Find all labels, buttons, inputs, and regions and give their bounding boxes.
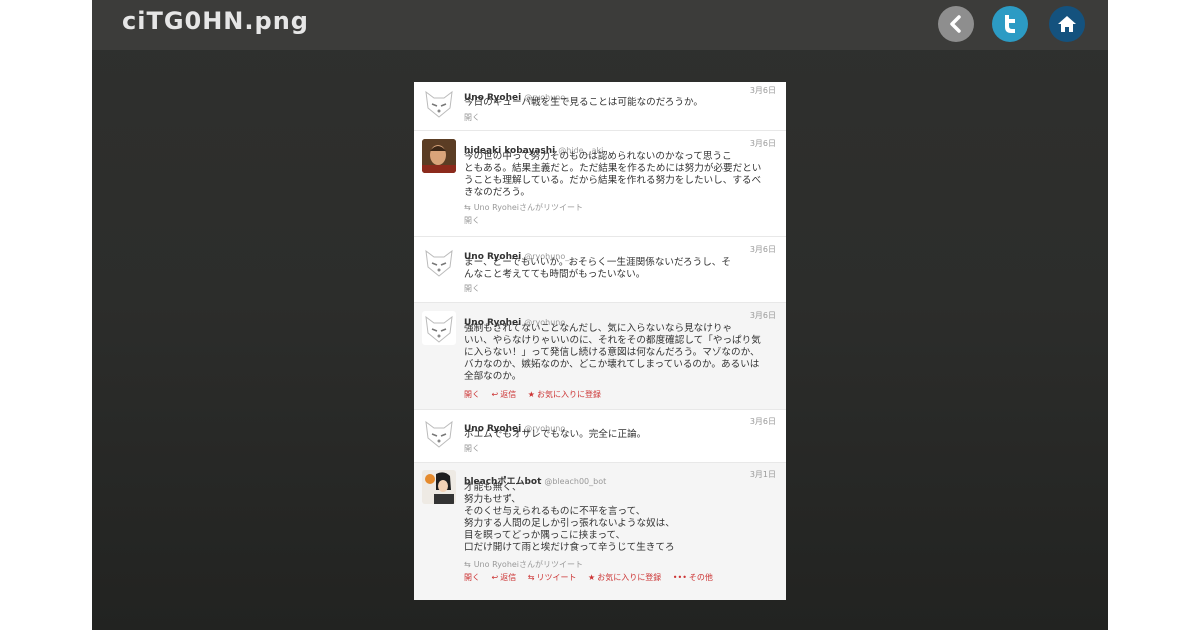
tweet-date[interactable]: 3月6日 [750, 85, 776, 96]
twitter-button[interactable] [992, 6, 1028, 42]
tweet-item[interactable]: bleachポエムbot @bleach00_bot 3月1日 才能も無く、 努力… [414, 463, 786, 600]
tweet-header: Uno Ryohei @ryohuno_ 3月6日 [464, 244, 776, 262]
tweet-actions: 開く [464, 112, 489, 123]
home-button[interactable] [1049, 6, 1085, 42]
avatar[interactable] [422, 139, 456, 173]
viewer-header: ciTG0HN.png [92, 0, 1108, 50]
more-button[interactable]: ••• その他 [673, 573, 713, 582]
more-dots-icon: ••• [672, 573, 687, 582]
retweet-small-icon: ⇆ [464, 203, 471, 212]
avatar[interactable] [422, 470, 456, 504]
back-button[interactable] [938, 6, 974, 42]
tweet-item[interactable]: Uno Ryohei @ryohuno_ 3月6日 今日のキューバ戦を生で見ること… [414, 82, 786, 131]
timeline-screenshot: Uno Ryohei @ryohuno_ 3月6日 今日のキューバ戦を生で見ること… [414, 82, 786, 600]
favorite-label: お気に入りに登録 [536, 390, 601, 399]
tweet-text: まー、どーでもいいか。おそらく一生涯関係ないだろうし、そ んなこと考えてても時間… [464, 257, 731, 280]
tweet-actions: 開く ↩ 返信 ⇆ リツイート ★ お気に入りに登録 ••• その他 [464, 572, 722, 583]
avatar[interactable] [422, 245, 456, 279]
tweet-actions: 開く [464, 443, 489, 454]
retweet-label: リツイート [536, 573, 577, 582]
star-icon: ★ [588, 573, 596, 582]
person-avatar-icon [422, 139, 456, 173]
image-title: ciTG0HN.png [122, 7, 309, 35]
back-icon [950, 15, 961, 33]
tweet-header: Uno Ryohei @ryohuno_ 3月6日 [464, 416, 776, 434]
favorite-button[interactable]: ★ お気に入りに登録 [528, 390, 601, 399]
tweet-header: Uno Ryohei @ryohuno_ 3月6日 [464, 310, 776, 328]
tweet-text: 才能も無く、 努力もせず、 そのくせ与えられるものに不平を言って、 努力する人間… [464, 482, 675, 553]
tweet-text: 強制もされてないことなんだし、気に入らないなら見なけりゃ いい、やらなけりゃいい… [464, 323, 761, 382]
home-icon [1058, 16, 1076, 32]
tweet-actions: 開く [464, 215, 489, 226]
star-icon: ★ [527, 390, 535, 399]
image-viewer: ciTG0HN.png Uno Ryohei @ryohuno_ 3月6日 今日… [92, 0, 1108, 630]
tweet-item[interactable]: hideaki kobayashi @hide__aki 3月6日 今の世の中って… [414, 131, 786, 237]
open-link[interactable]: 開く [464, 113, 480, 122]
favorite-button[interactable]: ★ お気に入りに登録 [588, 573, 661, 582]
tweet-item[interactable]: Uno Ryohei @ryohuno_ 3月6日 強制もされてないことなんだし、… [414, 303, 786, 410]
retweet-note: ⇆ Uno Ryoheiさんがリツイート [464, 202, 583, 213]
tweet-actions: 開く ↩ 返信 ★ お気に入りに登録 [464, 389, 610, 400]
fox-avatar-icon [425, 90, 453, 118]
tweet-item[interactable]: Uno Ryohei @ryohuno_ 3月6日 ポエムでもオサレでもない。完全… [414, 410, 786, 463]
tweet-text: 今日のキューバ戦を生で見ることは可能なのだろうか。 [464, 97, 703, 108]
fox-avatar-icon [425, 249, 453, 277]
retweet-small-icon: ⇆ [464, 560, 471, 569]
twitter-icon [1005, 15, 1015, 33]
avatar[interactable] [422, 416, 456, 450]
open-link[interactable]: 開く [464, 284, 480, 293]
avatar[interactable] [422, 86, 456, 120]
tweet-date[interactable]: 3月6日 [750, 310, 776, 321]
avatar[interactable] [422, 311, 456, 345]
retweet-note-label[interactable]: Uno Ryoheiさんがリツイート [474, 203, 583, 212]
reply-icon: ↩ [491, 390, 499, 399]
favorite-label: お気に入りに登録 [597, 573, 662, 582]
retweet-note-label[interactable]: Uno Ryoheiさんがリツイート [474, 560, 583, 569]
fox-avatar-icon [425, 420, 453, 448]
tweet-text: ポエムでもオサレでもない。完全に正論。 [464, 429, 647, 440]
open-link[interactable]: 開く [464, 573, 480, 582]
open-link[interactable]: 開く [464, 390, 480, 399]
tweet-header: Uno Ryohei @ryohuno_ 3月6日 [464, 85, 776, 103]
tweet-date[interactable]: 3月6日 [750, 244, 776, 255]
reply-icon: ↩ [491, 573, 499, 582]
tweet-header: hideaki kobayashi @hide__aki 3月6日 [464, 138, 776, 156]
tweet-date[interactable]: 3月6日 [750, 416, 776, 427]
open-link[interactable]: 開く [464, 444, 480, 453]
retweet-button[interactable]: ⇆ リツイート [528, 573, 577, 582]
fox-avatar-icon [425, 315, 453, 343]
retweet-icon: ⇆ [527, 573, 535, 582]
tweet-date[interactable]: 3月1日 [750, 469, 776, 480]
tweet-item[interactable]: Uno Ryohei @ryohuno_ 3月6日 まー、どーでもいいか。おそらく… [414, 237, 786, 303]
more-label: その他 [688, 573, 713, 582]
retweet-note: ⇆ Uno Ryoheiさんがリツイート [464, 559, 583, 570]
reply-label: 返信 [500, 390, 517, 399]
tweet-header: bleachポエムbot @bleach00_bot 3月1日 [464, 469, 776, 487]
tweet-date[interactable]: 3月6日 [750, 138, 776, 149]
reply-label: 返信 [500, 573, 517, 582]
anime-avatar-icon [422, 470, 456, 504]
open-link[interactable]: 開く [464, 216, 480, 225]
tweet-text: 今の世の中って努力そのものは認められないのかなって思うこ ともある。結果主義だと… [464, 151, 762, 198]
reply-button[interactable]: ↩ 返信 [492, 573, 517, 582]
tweet-actions: 開く [464, 283, 489, 294]
reply-button[interactable]: ↩ 返信 [492, 390, 517, 399]
